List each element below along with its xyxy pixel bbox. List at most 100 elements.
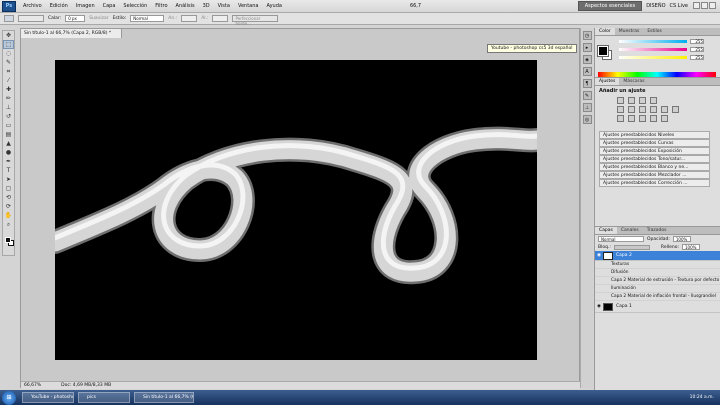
cs-live-button[interactable]: CS Live [670,3,688,9]
preset-exposicion[interactable]: Ajustes preestablecidos Exposición [599,147,710,155]
3d-rotate-tool-icon[interactable]: ⟲ [3,193,14,202]
eye-icon[interactable]: ◉ [595,304,603,309]
al-input[interactable] [212,15,229,22]
start-button[interactable]: ⊞ [2,390,16,405]
gradient-tool-icon[interactable]: ▤ [3,130,14,139]
tab-color[interactable]: Color [595,28,615,35]
zoom-status[interactable]: 66,67% [24,383,41,388]
move-tool-icon[interactable]: ✥ [3,31,14,40]
layer-sub-texturas[interactable]: Texturas [595,261,720,269]
levels-icon[interactable] [628,97,635,104]
character-icon[interactable]: A [582,67,592,76]
foreground-color-swatch[interactable] [5,237,11,243]
paragraph-icon[interactable]: ¶ [582,79,592,88]
preset-mezclador[interactable]: Ajustes preestablecidos Mezclador ... [599,171,710,179]
clone-stamp-tool-icon[interactable]: ⊥ [3,103,14,112]
threshold-icon[interactable] [639,115,646,122]
color-spectrum[interactable] [598,72,716,77]
menu-3d[interactable]: 3D [199,3,214,9]
quick-select-tool-icon[interactable]: ✎ [3,58,14,67]
3d-camera-tool-icon[interactable]: ⟳ [3,202,14,211]
brightness-icon[interactable] [617,97,624,104]
menu-archivo[interactable]: Archivo [19,3,46,9]
actions-icon[interactable]: ▸ [582,43,592,52]
menu-filtro[interactable]: Filtro [151,3,171,9]
invert-icon[interactable] [617,115,624,122]
workspace-button[interactable]: Aspectos esenciales [577,1,643,11]
black-white-icon[interactable] [650,106,657,113]
curves-icon[interactable] [639,97,646,104]
eyedropper-tool-icon[interactable]: ⁄ [3,76,14,85]
layer-capa-1[interactable]: ◉ Capa 1 [595,301,720,313]
history-icon[interactable]: ◷ [582,31,592,40]
layer-sub-material-extrusion[interactable]: Capa 2 Material de extrusión - Textura p… [595,277,720,285]
magenta-value[interactable]: 255 [690,46,704,52]
refine-edge-button[interactable]: Perfeccionar borde... [232,15,279,26]
taskbar-youtube[interactable]: YouTube - photosho... [22,392,74,403]
brush-presets-icon[interactable]: ✎ [582,91,592,100]
zoom-tool-icon[interactable]: ⌕ [3,220,14,229]
exposure-icon[interactable] [650,97,657,104]
vibrance-icon[interactable] [617,106,624,113]
gradient-map-icon[interactable] [650,115,657,122]
cyan-value[interactable]: 255 [690,38,704,44]
layer-capa-2[interactable]: ◉ Capa 2 [595,251,720,261]
menu-capa[interactable]: Capa [99,3,120,9]
fill-input[interactable]: 100% [682,244,700,250]
tab-muestras[interactable]: Muestras [615,28,644,35]
marquee-tool-icon[interactable] [4,15,14,22]
taskbar-photoshop[interactable]: Sin título-1 al 66,7% (C... [134,392,194,403]
blend-mode-select[interactable]: Normal [598,236,644,242]
clone-source-icon[interactable]: ⊥ [582,103,592,112]
cyan-slider[interactable]: 255 [619,38,709,44]
history-brush-tool-icon[interactable]: ↺ [3,112,14,121]
calar-input[interactable]: 0 px [65,15,86,22]
brush-tool-icon[interactable]: ✏ [3,94,14,103]
lasso-tool-icon[interactable]: ◌ [3,49,14,58]
healing-tool-icon[interactable]: ✚ [3,85,14,94]
path-select-tool-icon[interactable]: ➤ [3,175,14,184]
workspace-diseno[interactable]: DISEÑO [646,3,665,9]
magenta-slider[interactable]: 255 [619,46,709,52]
3d-icon[interactable]: ◈ [582,55,592,64]
color-foreground-swatch[interactable] [597,45,609,57]
tab-ajustes[interactable]: Ajustes [595,78,620,85]
taskbar-pics[interactable]: pics [78,392,130,403]
tab-trazados[interactable]: Trazados [643,227,671,234]
tab-estilos[interactable]: Estilos [643,28,666,35]
eraser-tool-icon[interactable]: ▭ [3,121,14,130]
an-input[interactable] [181,15,198,22]
tab-canales[interactable]: Canales [617,227,643,234]
marquee-tool-icon[interactable]: ⬚ [3,40,14,49]
yellow-slider[interactable]: 255 [619,54,709,60]
tab-capas[interactable]: Capas [595,227,617,234]
menu-analisis[interactable]: Análisis [172,3,199,9]
preset-tono-saturacion[interactable]: Ajustes preestablecidos Tono/satur... [599,155,710,163]
menu-seleccion[interactable]: Selección [119,3,151,9]
preset-curvas[interactable]: Ajustes preestablecidos Curvas [599,139,710,147]
color-balance-icon[interactable] [639,106,646,113]
canvas[interactable] [43,60,549,360]
menu-edicion[interactable]: Edición [46,3,72,9]
selective-color-icon[interactable] [661,115,668,122]
zoom-level[interactable]: 66,7 [406,3,425,9]
menu-ayuda[interactable]: Ayuda [262,3,285,9]
estilo-select[interactable]: Normal [130,15,165,22]
maximize-icon[interactable] [701,1,708,9]
posterize-icon[interactable] [628,115,635,122]
shape-tool-icon[interactable]: ▢ [3,184,14,193]
selection-mode-icons[interactable] [18,15,44,22]
navigator-icon[interactable]: ◎ [582,115,592,124]
suavizar-checkbox[interactable]: Suavizar [89,16,108,21]
layer-sub-material-inflacion[interactable]: Capa 2 Material de inflación frontal - I… [595,293,720,301]
opacity-input[interactable]: 100% [672,236,691,242]
channel-mixer-icon[interactable] [672,106,679,113]
eye-icon[interactable]: ◉ [595,253,603,258]
yellow-value[interactable]: 255 [690,54,704,60]
pen-tool-icon[interactable]: ✒ [3,157,14,166]
tab-mascaras[interactable]: Máscaras [619,78,648,85]
minimize-icon[interactable] [693,1,700,9]
preset-niveles[interactable]: Ajustes preestablecidos Niveles [599,131,710,139]
type-tool-icon[interactable]: T [3,166,14,175]
crop-tool-icon[interactable]: ⌗ [3,67,14,76]
